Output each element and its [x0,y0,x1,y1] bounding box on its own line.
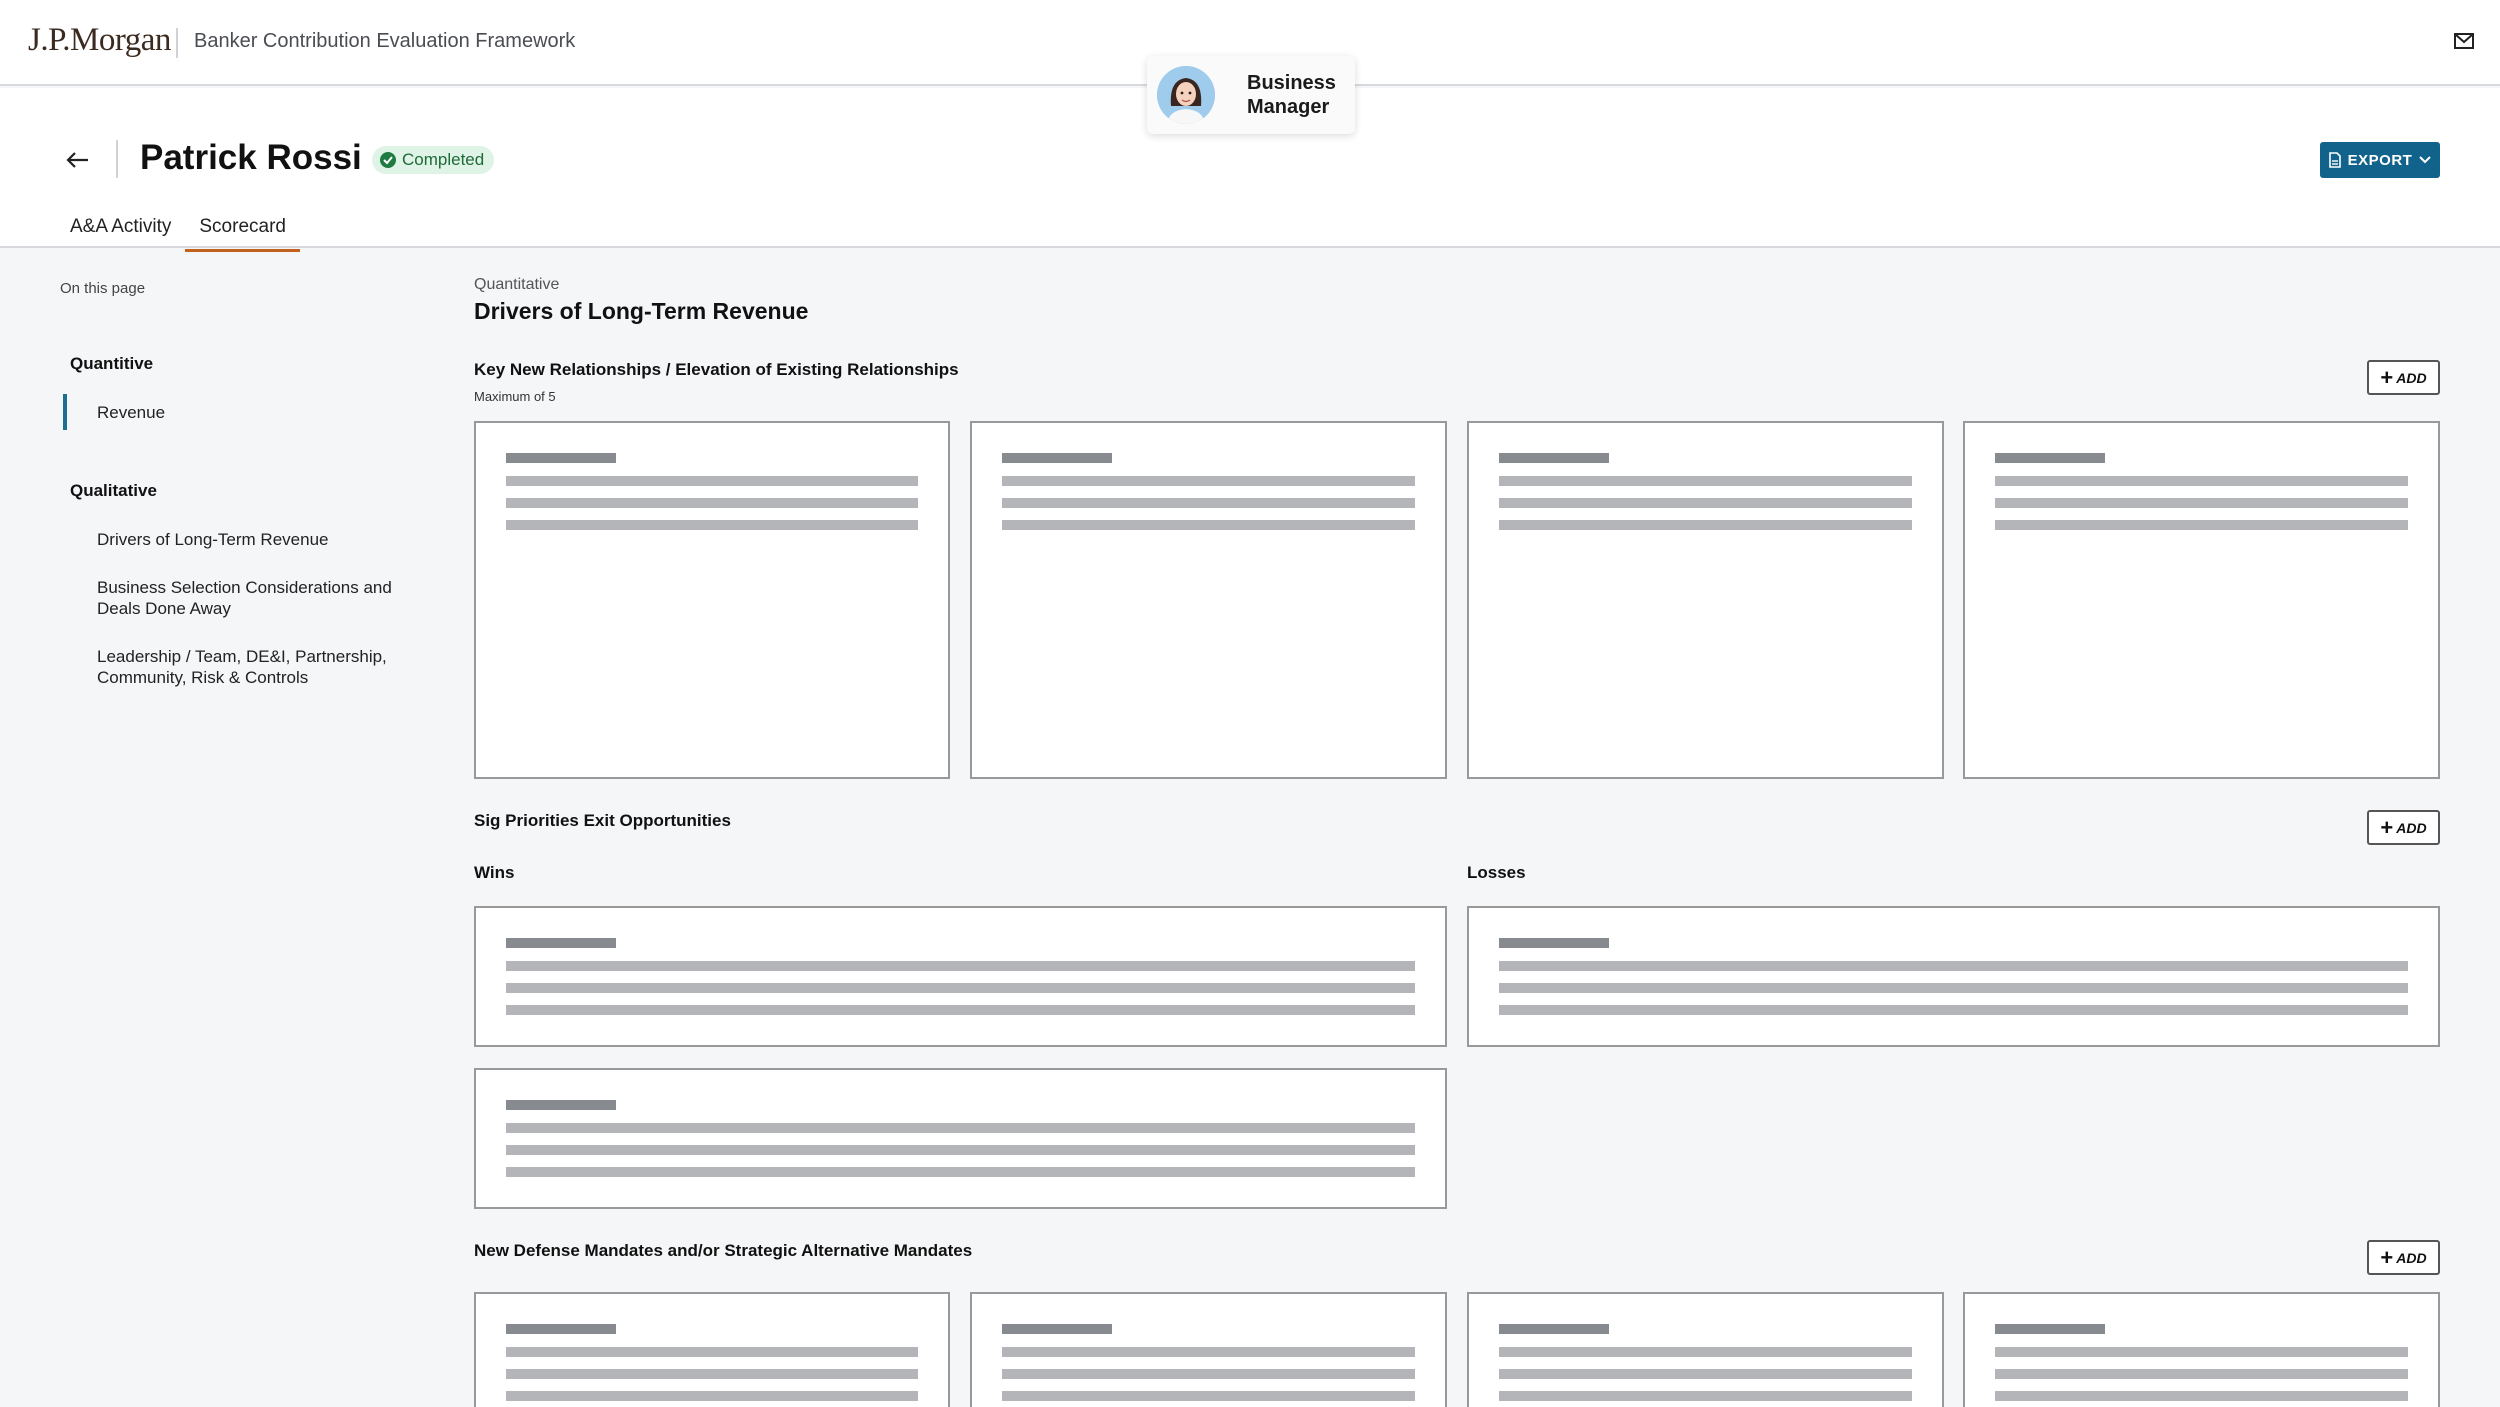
divider [176,28,178,58]
add-label: ADD [2396,1249,2427,1266]
sidebar-group-qualitative: Qualitative [70,481,157,500]
export-label: EXPORT [2347,151,2413,169]
avatar [1157,66,1215,124]
check-circle-icon [380,152,396,168]
sidebar-heading: On this page [60,280,146,297]
plus-icon: + [2380,364,2394,390]
win-card[interactable] [474,1068,1447,1209]
subsection-title-sig-priorities: Sig Priorities Exit Opportunities [474,811,731,830]
export-button[interactable]: EXPORT [2320,142,2440,178]
mandate-card[interactable] [1467,1292,1944,1407]
app-title: Banker Contribution Evaluation Framework [194,30,576,52]
company-logo[interactable]: J.P.Morgan [28,22,171,59]
relationship-card[interactable] [474,421,950,779]
mandate-card[interactable] [970,1292,1447,1407]
mandate-card[interactable] [474,1292,950,1407]
sidebar-item-drivers[interactable]: Drivers of Long-Term Revenue [97,529,437,550]
sidebar-group-quantitive: Quantitive [70,354,154,373]
subsection-title-key-relationships: Key New Relationships / Elevation of Exi… [474,360,959,379]
add-button[interactable]: + ADD [2367,1240,2440,1275]
sidebar-item-revenue[interactable]: Revenue [97,402,437,423]
chevron-down-icon [2419,156,2432,164]
divider [116,140,118,178]
relationship-card[interactable] [970,421,1447,779]
mandate-card[interactable] [1963,1292,2440,1407]
subsection-title-defense-mandates: New Defense Mandates and/or Strategic Al… [474,1241,973,1260]
plus-icon: + [2380,1244,2394,1270]
section-kicker: Quantitative [474,276,560,293]
status-badge: Completed [372,146,495,174]
add-button[interactable]: + ADD [2367,810,2440,845]
sidebar-item-leadership[interactable]: Leadership / Team, DE&I, Partnership, Co… [97,646,437,688]
section-title: Drivers of Long-Term Revenue [474,298,809,324]
wins-label: Wins [474,863,515,882]
role-label: Business Manager [1247,72,1336,118]
tab-aa-activity[interactable]: A&A Activity [56,210,185,250]
losses-label: Losses [1467,863,1526,882]
loss-card[interactable] [1467,906,2440,1047]
tab-scorecard[interactable]: Scorecard [185,210,300,252]
page-title: Patrick Rossi [140,138,362,177]
mail-icon[interactable] [2454,32,2474,50]
add-label: ADD [2396,369,2427,386]
status-label: Completed [402,150,485,169]
sidebar-item-business-selection[interactable]: Business Selection Considerations and De… [97,577,437,619]
active-indicator [63,394,67,430]
subsection-note: Maximum of 5 [474,389,556,404]
win-card[interactable] [474,906,1447,1047]
back-arrow-icon[interactable] [64,148,92,172]
relationship-card[interactable] [1467,421,1944,779]
plus-icon: + [2380,814,2394,840]
add-label: ADD [2396,819,2427,836]
tab-bar: A&A Activity Scorecard [56,210,300,252]
document-icon [2328,152,2341,168]
relationship-card[interactable] [1963,421,2440,779]
role-card[interactable]: Business Manager [1147,56,1355,134]
add-button[interactable]: + ADD [2367,360,2440,395]
